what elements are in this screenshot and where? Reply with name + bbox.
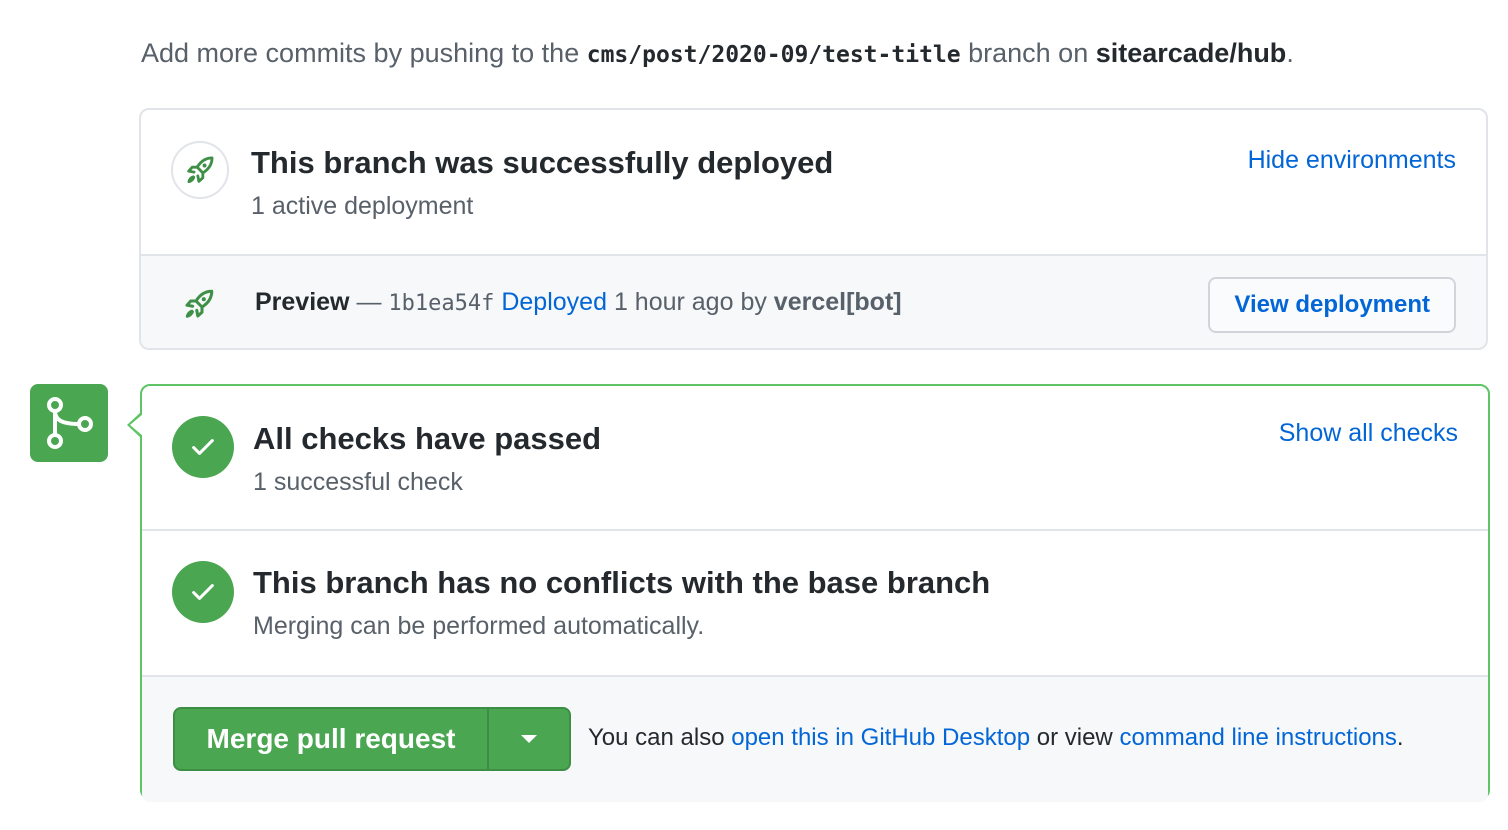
conflicts-section: This branch has no conflicts with the ba… <box>142 531 1488 677</box>
check-icon <box>192 439 214 455</box>
environment-name: Preview <box>255 288 350 316</box>
commit-sha: 1b1ea54f <box>388 291 495 316</box>
deployment-title: This branch was successfully deployed <box>251 145 834 180</box>
hint-prefix: Add more commits by pushing to the <box>141 38 580 68</box>
row-separator: — <box>356 288 382 316</box>
deployment-subtitle: 1 active deployment <box>251 192 474 220</box>
deployment-status-badge <box>171 141 229 199</box>
checks-title: All checks have passed <box>253 421 602 456</box>
note-middle: or view <box>1036 724 1113 751</box>
command-line-instructions-link[interactable]: command line instructions <box>1119 724 1396 751</box>
checks-status-badge <box>172 416 234 478</box>
git-merge-icon <box>47 397 93 449</box>
note-suffix: . <box>1396 724 1404 751</box>
check-icon <box>192 584 214 600</box>
conflicts-status-badge <box>172 561 234 623</box>
deployed-time: 1 hour ago <box>613 288 734 316</box>
deployer-name: vercel[bot] <box>773 288 902 316</box>
deployment-row-text: Preview — 1b1ea54f Deployed 1 hour ago b… <box>255 288 902 317</box>
environment-icon <box>181 286 217 327</box>
conflicts-subtitle: Merging can be performed automatically. <box>253 612 705 640</box>
rocket-icon <box>187 156 214 184</box>
hint-suffix: . <box>1286 38 1294 68</box>
merge-section: Merge pull request You can also open thi… <box>142 677 1488 802</box>
merge-button-group: Merge pull request <box>173 707 571 771</box>
deployment-header: This branch was successfully deployed 1 … <box>141 110 1486 256</box>
hide-environments-link[interactable]: Hide environments <box>1248 146 1456 175</box>
checks-subtitle: 1 successful check <box>253 468 463 496</box>
merge-alternatives-note: You can also open this in GitHub Desktop… <box>588 724 1404 752</box>
merge-status-badge <box>30 384 108 462</box>
checks-section: All checks have passed 1 successful chec… <box>142 386 1488 531</box>
rocket-icon <box>185 289 214 318</box>
branch-name: cms/post/2020-09/test-title <box>586 42 961 68</box>
conflicts-title: This branch has no conflicts with the ba… <box>253 565 991 600</box>
deployed-link[interactable]: Deployed <box>501 288 607 316</box>
show-all-checks-link[interactable]: Show all checks <box>1279 419 1458 448</box>
triangle-down-icon <box>521 735 537 743</box>
merge-panel: All checks have passed 1 successful chec… <box>127 384 1490 802</box>
merge-pull-request-button[interactable]: Merge pull request <box>175 709 489 769</box>
deployment-row: Preview — 1b1ea54f Deployed 1 hour ago b… <box>141 256 1486 348</box>
deployment-panel: This branch was successfully deployed 1 … <box>139 108 1488 350</box>
open-in-desktop-link[interactable]: open this in GitHub Desktop <box>731 724 1030 751</box>
repo-name: sitearcade/hub <box>1095 38 1287 68</box>
hint-middle: branch on <box>968 38 1089 68</box>
push-hint: Add more commits by pushing to the cms/p… <box>141 38 1294 69</box>
deployed-by-label: by <box>740 288 767 316</box>
view-deployment-button[interactable]: View deployment <box>1208 277 1456 333</box>
merge-method-dropdown[interactable] <box>489 709 569 769</box>
note-prefix: You can also <box>588 724 725 751</box>
